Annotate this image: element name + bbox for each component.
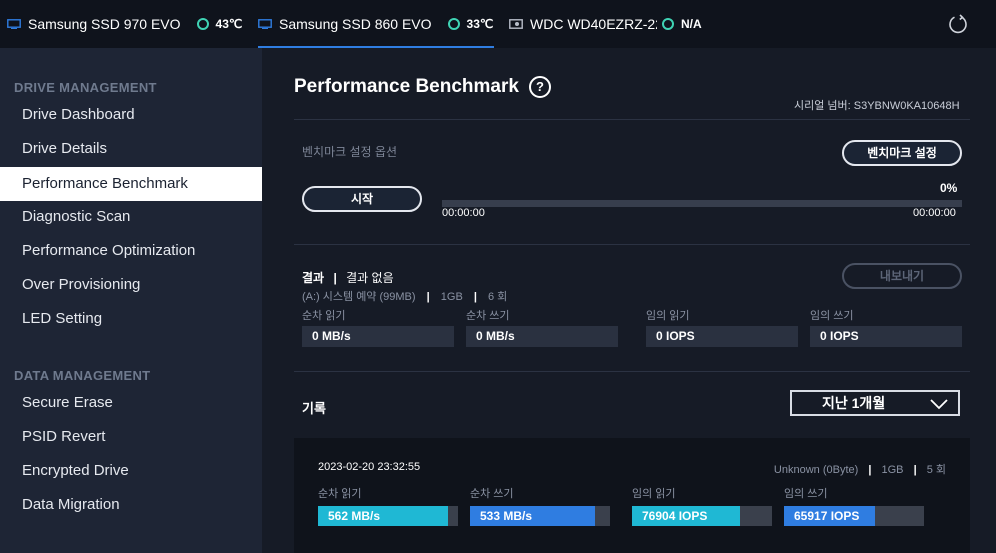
elapsed-time: 00:00:00 <box>442 207 485 219</box>
section-drive-management: DRIVE MANAGEMENT <box>14 80 157 95</box>
drive-name: Samsung SSD 860 EVO <box>279 16 432 32</box>
metric-seq-write: 0 MB/s <box>466 326 618 347</box>
history-metric-label: 순차 쓰기 <box>470 488 514 500</box>
metric-label: 임의 읽기 <box>646 310 690 322</box>
serial-number: 시리얼 넘버: S3YBNW0KA10648H <box>794 100 960 112</box>
result-desc: (A:) 시스템 예약 (99MB) <box>302 291 416 303</box>
hdd-icon <box>509 19 523 29</box>
start-button[interactable]: 시작 <box>302 186 422 212</box>
separator: | <box>868 464 872 476</box>
result-count: 6 회 <box>487 291 508 303</box>
temp-status-icon <box>662 18 674 30</box>
sidebar-item-drive-dashboard[interactable]: Drive Dashboard <box>0 98 262 132</box>
drive-tab-860-evo[interactable]: Samsung SSD 860 EVO 33℃ <box>258 0 494 48</box>
separator: | <box>913 464 917 476</box>
separator: | <box>473 291 477 303</box>
drive-tab-970-evo[interactable]: Samsung SSD 970 EVO 43℃ <box>7 0 242 48</box>
drive-tab-bar: Samsung SSD 970 EVO 43℃ Samsung SSD 860 … <box>0 0 996 48</box>
remaining-time: 00:00:00 <box>913 207 956 219</box>
history-count: 5 회 <box>926 464 946 476</box>
benchmark-settings-button[interactable]: 벤치마크 설정 <box>842 140 962 166</box>
result-header: 결과 | 결과 없음 <box>302 269 394 286</box>
metric-seq-read: 0 MB/s <box>302 326 454 347</box>
result-size: 1GB <box>440 291 463 303</box>
history-bar-seq-read: 562 MB/s <box>318 506 448 526</box>
history-bar-seq-write: 533 MB/s <box>470 506 595 526</box>
metric-rand-write: 0 IOPS <box>810 326 962 347</box>
sidebar-item-psid-revert[interactable]: PSID Revert <box>0 420 262 454</box>
monitor-icon <box>7 19 21 29</box>
drive-tab-wdc[interactable]: WDC WD40EZRZ-22GX( N/A <box>509 0 702 48</box>
sidebar-item-encrypted-drive[interactable]: Encrypted Drive <box>0 454 262 488</box>
sidebar: DRIVE MANAGEMENT Drive Dashboard Drive D… <box>0 48 262 553</box>
sidebar-item-drive-details[interactable]: Drive Details <box>0 132 262 166</box>
result-label: 결과 <box>302 271 325 285</box>
main-panel: Performance Benchmark ? 시리얼 넘버: S3YBNW0K… <box>262 48 996 553</box>
monitor-icon <box>258 19 272 29</box>
history-meta: Unknown (0Byte) | 1GB | 5 회 <box>774 461 946 477</box>
history-entry: 2023-02-20 23:32:55 Unknown (0Byte) | 1G… <box>294 438 970 553</box>
sidebar-item-data-migration[interactable]: Data Migration <box>0 488 262 522</box>
history-metric-label: 순차 읽기 <box>318 488 362 500</box>
history-size: 1GB <box>881 464 904 476</box>
page-title: Performance Benchmark <box>294 76 519 97</box>
history-bar-rand-write: 65917 IOPS <box>784 506 875 526</box>
drive-temp: 33℃ <box>466 17 494 31</box>
metric-label: 임의 쓰기 <box>810 310 854 322</box>
history-label: 기록 <box>302 401 326 416</box>
period-value: 지난 1개월 <box>822 395 886 411</box>
help-icon[interactable]: ? <box>529 76 551 98</box>
drive-temp: N/A <box>681 17 702 31</box>
chevron-down-icon <box>930 399 948 410</box>
sidebar-item-led-setting[interactable]: LED Setting <box>0 302 262 336</box>
progress-percent: 0% <box>940 181 958 195</box>
sidebar-item-secure-erase[interactable]: Secure Erase <box>0 386 262 420</box>
period-dropdown[interactable]: 지난 1개월 <box>790 390 960 416</box>
result-meta: (A:) 시스템 예약 (99MB) | 1GB | 6 회 <box>302 288 507 304</box>
history-drive: Unknown (0Byte) <box>773 464 859 476</box>
separator: | <box>426 291 430 303</box>
sidebar-item-performance-optimization[interactable]: Performance Optimization <box>0 234 262 268</box>
metric-label: 순차 읽기 <box>302 310 346 322</box>
temp-status-icon <box>447 18 460 30</box>
result-status: 결과 없음 <box>346 271 394 285</box>
divider <box>294 371 970 372</box>
history-bar-rand-read: 76904 IOPS <box>632 506 740 526</box>
progress-bar <box>442 200 962 207</box>
export-button[interactable]: 내보내기 <box>842 263 962 289</box>
separator: | <box>333 271 337 285</box>
sidebar-item-over-provisioning[interactable]: Over Provisioning <box>0 268 262 302</box>
history-metric-label: 임의 읽기 <box>632 488 676 500</box>
section-data-management: DATA MANAGEMENT <box>14 368 151 383</box>
drive-name: Samsung SSD 970 EVO <box>28 16 181 32</box>
history-metric-label: 임의 쓰기 <box>784 488 828 500</box>
sidebar-item-performance-benchmark[interactable]: Performance Benchmark <box>0 167 262 201</box>
benchmark-options-label: 벤치마크 설정 옵션 <box>302 145 397 159</box>
metric-rand-read: 0 IOPS <box>646 326 798 347</box>
drive-name: WDC WD40EZRZ-22GX( <box>530 16 657 32</box>
drive-temp: 43℃ <box>215 17 243 31</box>
divider <box>294 244 970 245</box>
divider <box>294 119 970 120</box>
history-date: 2023-02-20 23:32:55 <box>318 461 421 473</box>
temp-status-icon <box>196 18 209 30</box>
sidebar-item-diagnostic-scan[interactable]: Diagnostic Scan <box>0 200 262 234</box>
refresh-icon[interactable] <box>948 14 968 34</box>
metric-label: 순차 쓰기 <box>466 310 510 322</box>
